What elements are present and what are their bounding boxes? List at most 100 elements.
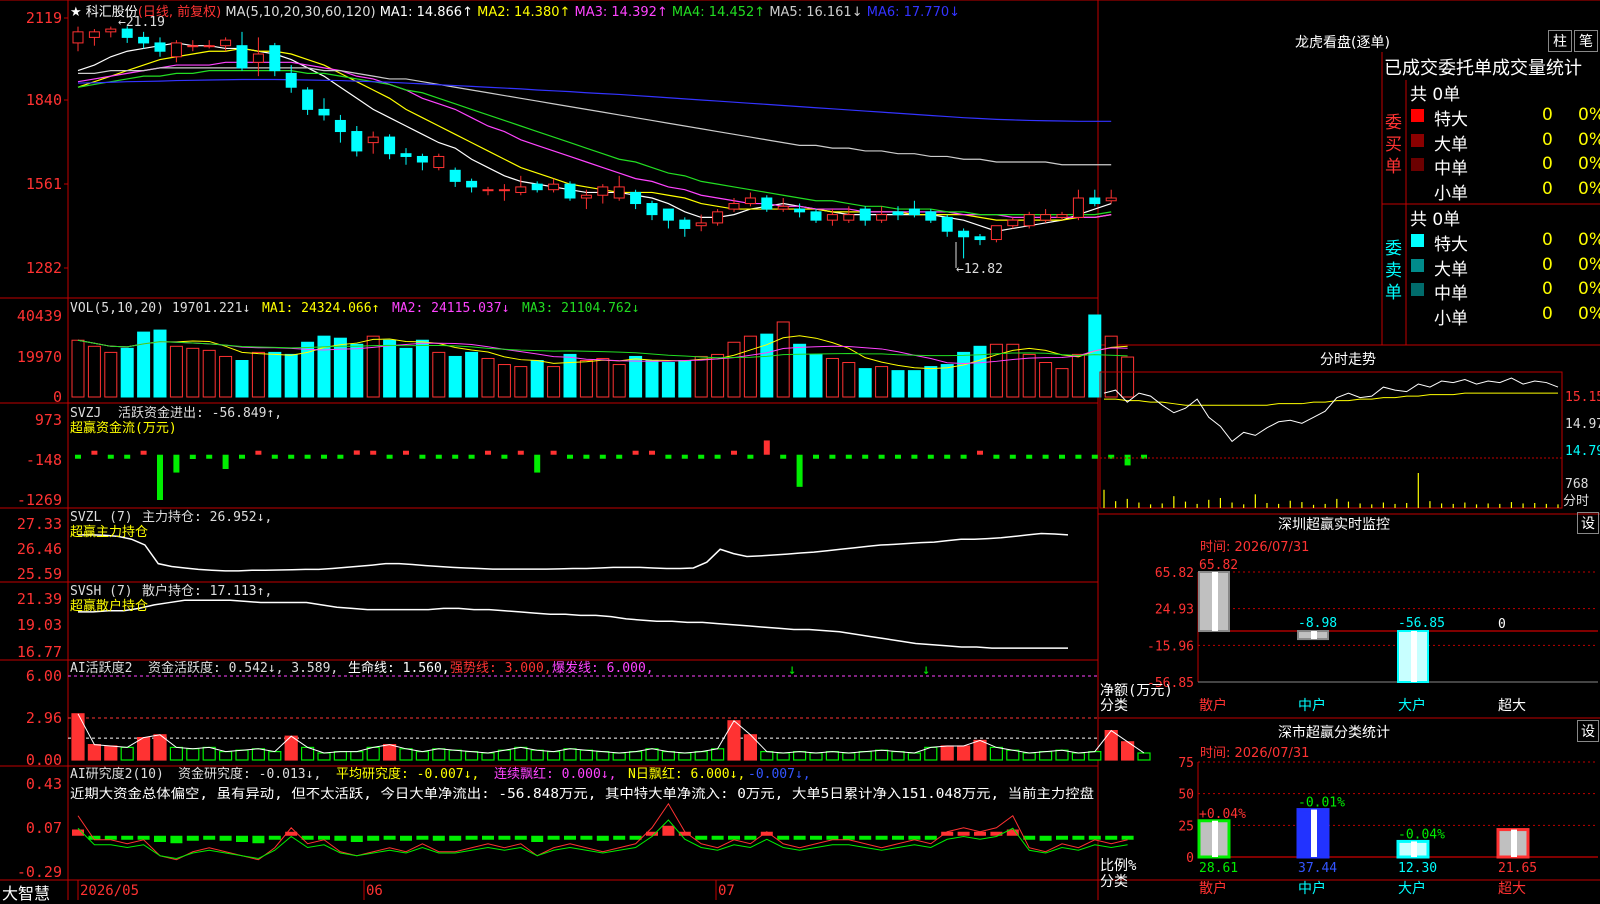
activity-bar [399, 748, 413, 761]
candle-body [548, 183, 560, 191]
research-bar [514, 835, 527, 840]
fund-flow-bar [780, 454, 787, 459]
ma-line-MA2 [77, 47, 1112, 221]
monitor-ylabel: 净额(万元) [1100, 683, 1173, 699]
retail-holding-ytick-label: 21.39 [17, 590, 62, 608]
activity-ytick-label: 6.00 [26, 667, 62, 685]
activity-bar [612, 752, 626, 761]
candle-body [646, 203, 658, 216]
fund-flow-title: SVZJ [70, 406, 101, 421]
volume-bar [743, 335, 757, 398]
volume-bar [957, 351, 971, 398]
candle-body [154, 42, 166, 52]
activity-bar [579, 749, 594, 761]
volume-bar [1071, 353, 1085, 398]
candle-body [334, 119, 346, 133]
candle-body [613, 186, 625, 199]
fund-flow-bar [927, 454, 934, 459]
research-bar [137, 835, 150, 840]
classify-ytick-label: 0 [1186, 851, 1194, 866]
research-bar [711, 835, 724, 840]
research-bar [170, 835, 183, 844]
research-bar [1088, 835, 1101, 840]
volume-bar [1022, 353, 1036, 398]
volume-ytick-label: 40439 [17, 307, 62, 325]
classify-value-label: 21.65 [1498, 861, 1537, 876]
volume-bar [317, 335, 331, 398]
candle-body [236, 45, 248, 69]
research-bar [957, 831, 970, 836]
research-bar [121, 835, 134, 840]
volume-bar [842, 362, 856, 398]
research-nday: N日飘红: 6.000↓, [628, 766, 745, 782]
classify-category-label: 大户 [1398, 880, 1426, 897]
candle-body [285, 72, 297, 88]
fund-flow-ytick-label: -1269 [17, 491, 62, 509]
research-ytick-label: 0.07 [26, 819, 62, 837]
activity-bar [727, 720, 741, 761]
fund-flow-bar [337, 454, 344, 459]
volume-bar [186, 347, 200, 398]
volume-bar [497, 364, 511, 398]
fund-flow-bar [435, 454, 442, 459]
fund-flow-bar [140, 450, 147, 455]
candle-body [1040, 214, 1052, 221]
candle-body [433, 155, 445, 169]
fund-flow-bar [91, 450, 98, 455]
candle-body [400, 153, 412, 157]
fund-flow-bar [944, 454, 951, 459]
classify-bar-highlight [1311, 809, 1317, 857]
activity-bar [1104, 729, 1118, 761]
research-bar [383, 835, 396, 840]
activity-bar [907, 752, 922, 761]
research-bar [1039, 835, 1052, 841]
activity-bar [1006, 749, 1020, 761]
fund-flow-bar [1042, 454, 1049, 459]
research-bar [203, 835, 216, 840]
candle-body [695, 222, 707, 227]
xaxis-label: 07 [718, 883, 735, 899]
volume-bar [153, 329, 167, 398]
fund-flow-ytick-label: -148 [26, 451, 62, 469]
volume-bar [87, 345, 101, 398]
classify-ylabel: 比例% [1100, 858, 1137, 874]
fund-flow-bar [386, 454, 393, 459]
research-bar [744, 835, 757, 840]
activity-bar [1038, 750, 1053, 761]
candle-body [482, 189, 494, 192]
fund-flow-bar [501, 454, 508, 459]
fund-flow-bar [813, 454, 819, 459]
candle-body [1056, 214, 1068, 218]
activity-bar [858, 750, 872, 761]
activity-bar [809, 752, 823, 761]
research-ytick-label: -0.29 [17, 863, 62, 881]
candle-body [777, 205, 789, 210]
research-bar [531, 835, 544, 842]
research-bar [826, 835, 839, 840]
research-bar [154, 835, 166, 842]
volume-bar [907, 370, 921, 398]
candle-body [1089, 197, 1101, 205]
monitor-value-label: -56.85 [1398, 616, 1445, 631]
research-title: AI研究度2(10) [70, 766, 164, 782]
activity-bar [776, 752, 790, 761]
classify-category-label: 散户 [1199, 880, 1227, 897]
research-header: 资金研究度: -0.013↓, [178, 766, 321, 782]
monitor-value-label: 65.82 [1199, 558, 1238, 573]
volume-bar [924, 366, 938, 398]
fund-flow-bar [747, 454, 754, 459]
fund-flow-bar [862, 454, 869, 459]
fund-flow-bar [829, 454, 836, 459]
monitor-category-label: 中户 [1298, 697, 1326, 714]
fund-flow-bar [599, 454, 606, 459]
research-bar [777, 835, 790, 840]
fenshi-avg-line [1104, 392, 1558, 406]
candle-body [203, 45, 215, 48]
activity-bar [497, 749, 511, 761]
monitor-value-label: -8.98 [1298, 616, 1337, 631]
fund-flow-bar [1059, 454, 1065, 459]
fenshi-volume-max: 768 [1565, 477, 1588, 492]
fund-flow-bar [468, 454, 475, 459]
activity-bar [694, 750, 708, 761]
candle-body [826, 214, 838, 221]
